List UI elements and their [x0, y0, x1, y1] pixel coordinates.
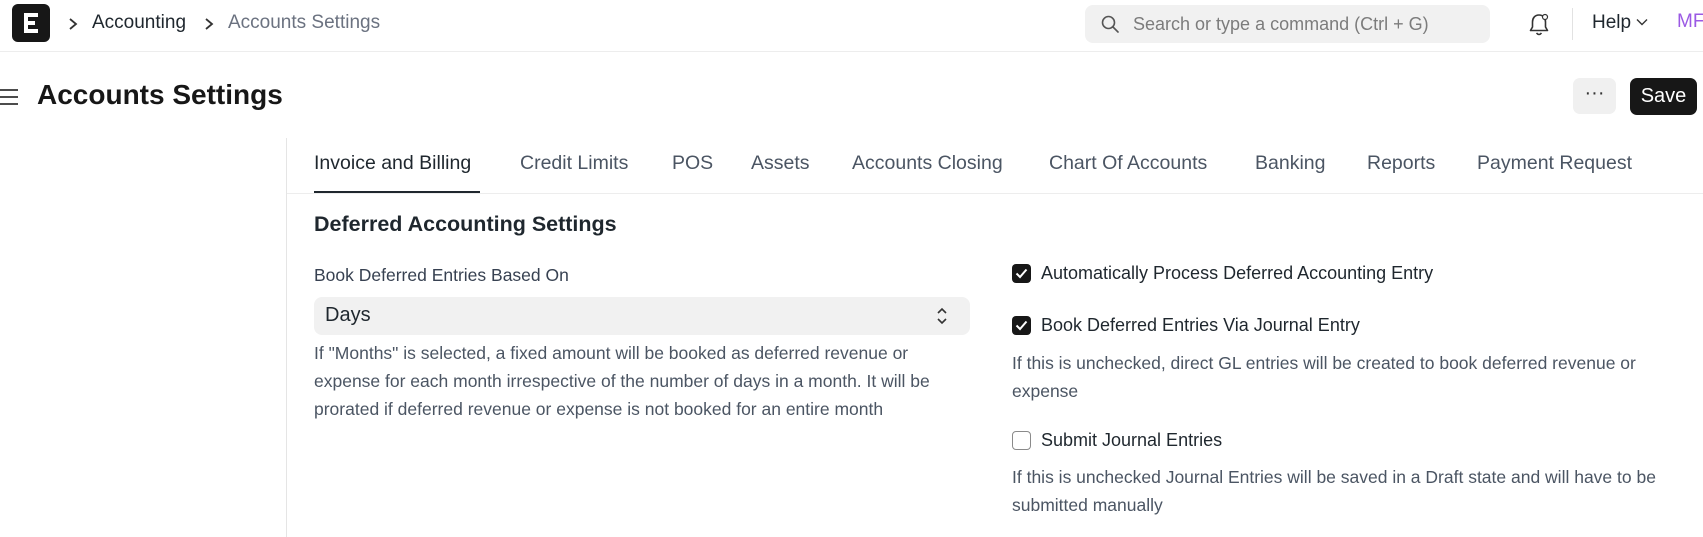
- tab-payment-request[interactable]: Payment Request: [1477, 152, 1632, 175]
- avatar[interactable]: MF: [1677, 11, 1703, 33]
- bell-icon[interactable]: [1527, 12, 1551, 38]
- tab-banking[interactable]: Banking: [1255, 152, 1325, 175]
- auto-process-checkbox[interactable]: [1012, 264, 1031, 283]
- chevron-right-icon: [69, 18, 78, 30]
- auto-process-label: Automatically Process Deferred Accountin…: [1041, 263, 1434, 283]
- book-based-on-label: Book Deferred Entries Based On: [314, 265, 569, 285]
- tab-chart-of-accounts[interactable]: Chart Of Accounts: [1049, 152, 1207, 175]
- logo-e-icon: [24, 13, 38, 33]
- tab-assets[interactable]: Assets: [751, 152, 810, 175]
- help-menu[interactable]: Help: [1592, 12, 1631, 34]
- page-title: Accounts Settings: [37, 79, 283, 110]
- tab-reports[interactable]: Reports: [1367, 152, 1435, 175]
- breadcrumb-accounts-settings[interactable]: Accounts Settings: [228, 12, 380, 34]
- chevron-down-icon: [1636, 19, 1648, 26]
- form-divider: [286, 138, 287, 537]
- select-value: Days: [325, 304, 371, 326]
- navbar: Accounting Accounts Settings Search or t…: [0, 0, 1703, 52]
- search-input[interactable]: Search or type a command (Ctrl + G): [1085, 5, 1490, 43]
- navbar-divider: [1572, 8, 1573, 40]
- tab-credit-limits[interactable]: Credit Limits: [520, 152, 628, 175]
- select-updown-icon: [937, 307, 947, 325]
- section-title: Deferred Accounting Settings: [314, 212, 617, 236]
- save-button[interactable]: Save: [1630, 78, 1697, 115]
- submit-journal-description: If this is unchecked Journal Entries wil…: [1012, 467, 1656, 515]
- book-based-on-description: If "Months" is selected, a fixed amount …: [314, 343, 930, 419]
- search-placeholder: Search or type a command (Ctrl + G): [1133, 14, 1429, 34]
- check-icon: [1015, 268, 1028, 279]
- book-via-journal-description: If this is unchecked, direct GL entries …: [1012, 353, 1636, 401]
- book-based-on-select[interactable]: Days: [314, 297, 970, 335]
- chevron-right-icon: [205, 18, 214, 30]
- tab-invoice-and-billing[interactable]: Invoice and Billing: [314, 152, 471, 175]
- hamburger-icon[interactable]: [0, 87, 20, 107]
- submit-journal-checkbox[interactable]: [1012, 431, 1031, 450]
- tabs-border: [287, 193, 1703, 194]
- app-logo[interactable]: [12, 4, 50, 42]
- check-icon: [1015, 320, 1028, 331]
- book-via-journal-checkbox[interactable]: [1012, 316, 1031, 335]
- tab-pos[interactable]: POS: [672, 152, 713, 175]
- active-tab-indicator: [314, 191, 480, 193]
- book-via-journal-label: Book Deferred Entries Via Journal Entry: [1041, 315, 1360, 335]
- more-actions-button[interactable]: ···: [1573, 78, 1616, 114]
- submit-journal-label: Submit Journal Entries: [1041, 430, 1223, 450]
- search-icon: [1101, 15, 1119, 33]
- breadcrumb-accounting[interactable]: Accounting: [92, 12, 186, 34]
- tab-accounts-closing[interactable]: Accounts Closing: [852, 152, 1003, 175]
